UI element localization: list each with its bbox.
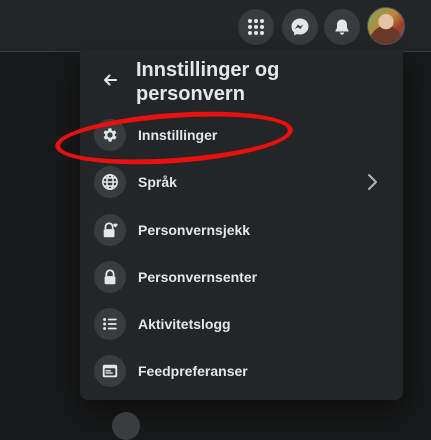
chevron-right-icon: [368, 174, 377, 190]
menu-item-label: Personvernsjekk: [138, 222, 251, 238]
lock-icon: [94, 261, 126, 293]
globe-icon: [94, 166, 126, 198]
back-arrow-icon: [104, 74, 117, 86]
menu-item-activity-log[interactable]: Aktivitetslogg: [88, 302, 395, 346]
menu-grid-icon: [248, 19, 264, 35]
menu-item-feed-preferences[interactable]: Feedpreferanser: [88, 349, 395, 393]
top-bar: [0, 0, 431, 52]
list-icon: [94, 308, 126, 340]
menu-item-label: Aktivitetslogg: [138, 316, 231, 332]
settings-privacy-menu: Innstillinger og personvern Innstillinge…: [80, 50, 403, 400]
menu-item-language[interactable]: Språk: [88, 160, 395, 204]
menu-grid-button[interactable]: [238, 9, 274, 45]
gear-icon: [94, 119, 126, 151]
menu-item-privacy-checkup[interactable]: Personvernsjekk: [88, 208, 395, 252]
notifications-button[interactable]: [324, 9, 360, 45]
menu-header: Innstillinger og personvern: [80, 50, 403, 110]
menu-item-settings[interactable]: Innstillinger: [88, 113, 395, 157]
messenger-button[interactable]: [282, 9, 318, 45]
back-button[interactable]: [96, 66, 124, 94]
menu-item-privacy-center[interactable]: Personvernsenter: [88, 255, 395, 299]
lock-heart-icon: [94, 214, 126, 246]
menu-title: Innstillinger og personvern: [136, 59, 280, 105]
menu-item-label: Personvernsenter: [138, 269, 258, 285]
profile-avatar[interactable]: [367, 7, 405, 45]
menu-item-label: Feedpreferanser: [138, 363, 248, 379]
notifications-bell-icon: [335, 19, 349, 35]
feed-icon: [94, 355, 126, 387]
menu-item-label: Språk: [138, 174, 177, 190]
menu-item-label: Innstillinger: [138, 127, 218, 143]
bottom-peek-icon: [112, 412, 140, 440]
messenger-icon: [291, 18, 309, 36]
